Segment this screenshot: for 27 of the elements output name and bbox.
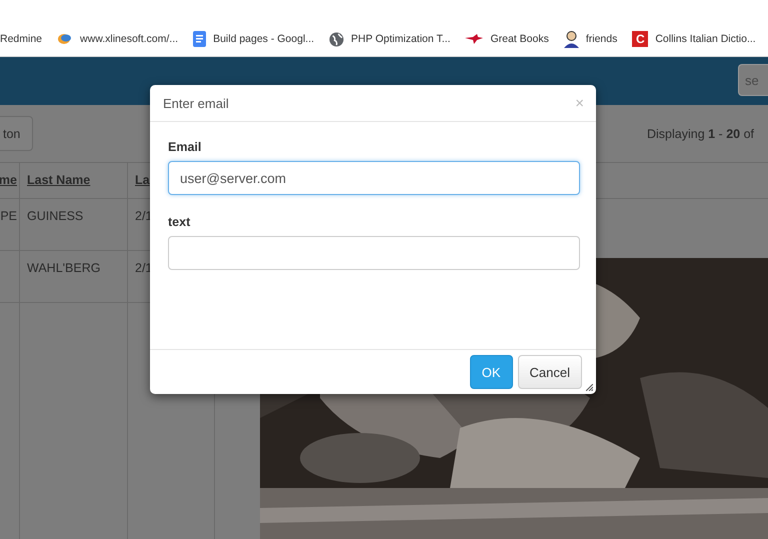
resize-grip-icon <box>586 384 593 391</box>
table-cell: 2/1 <box>135 261 152 275</box>
bookmark[interactable]: C Collins Italian Dictio... <box>632 31 756 47</box>
table-cell: 2/1 <box>135 209 152 223</box>
blob-icon <box>57 32 74 46</box>
bookmark[interactable]: Build pages - Googl... <box>193 31 314 47</box>
pager-text: Displaying 1 - 20 of <box>646 126 754 140</box>
bookmark[interactable]: PHP Optimization T... <box>329 32 450 46</box>
table-cell: GUINESS <box>27 209 84 223</box>
letter-icon: C <box>632 31 648 47</box>
cancel-button[interactable]: Cancel <box>518 355 582 389</box>
bookmark[interactable]: Redmine <box>0 33 42 45</box>
input-field[interactable]: user@server.com <box>168 161 580 195</box>
field-label: Email <box>168 140 202 154</box>
bird-icon <box>465 34 484 44</box>
input-field[interactable] <box>168 236 580 270</box>
table-cell: WAHL'BERG <box>27 261 100 275</box>
table-cell-text: PE <box>0 209 17 225</box>
bookmark[interactable]: www.xlinesoft.com/... <box>57 32 178 46</box>
document-icon <box>193 31 206 47</box>
toolbar-button[interactable]: ton <box>0 116 34 151</box>
bookmark[interactable]: Great Books <box>465 33 549 45</box>
dialog-title: Enter email <box>163 96 229 110</box>
globe-icon <box>329 32 344 46</box>
person-icon <box>564 30 579 48</box>
bookmark[interactable]: friends <box>564 30 618 48</box>
field-label: text <box>168 215 190 229</box>
